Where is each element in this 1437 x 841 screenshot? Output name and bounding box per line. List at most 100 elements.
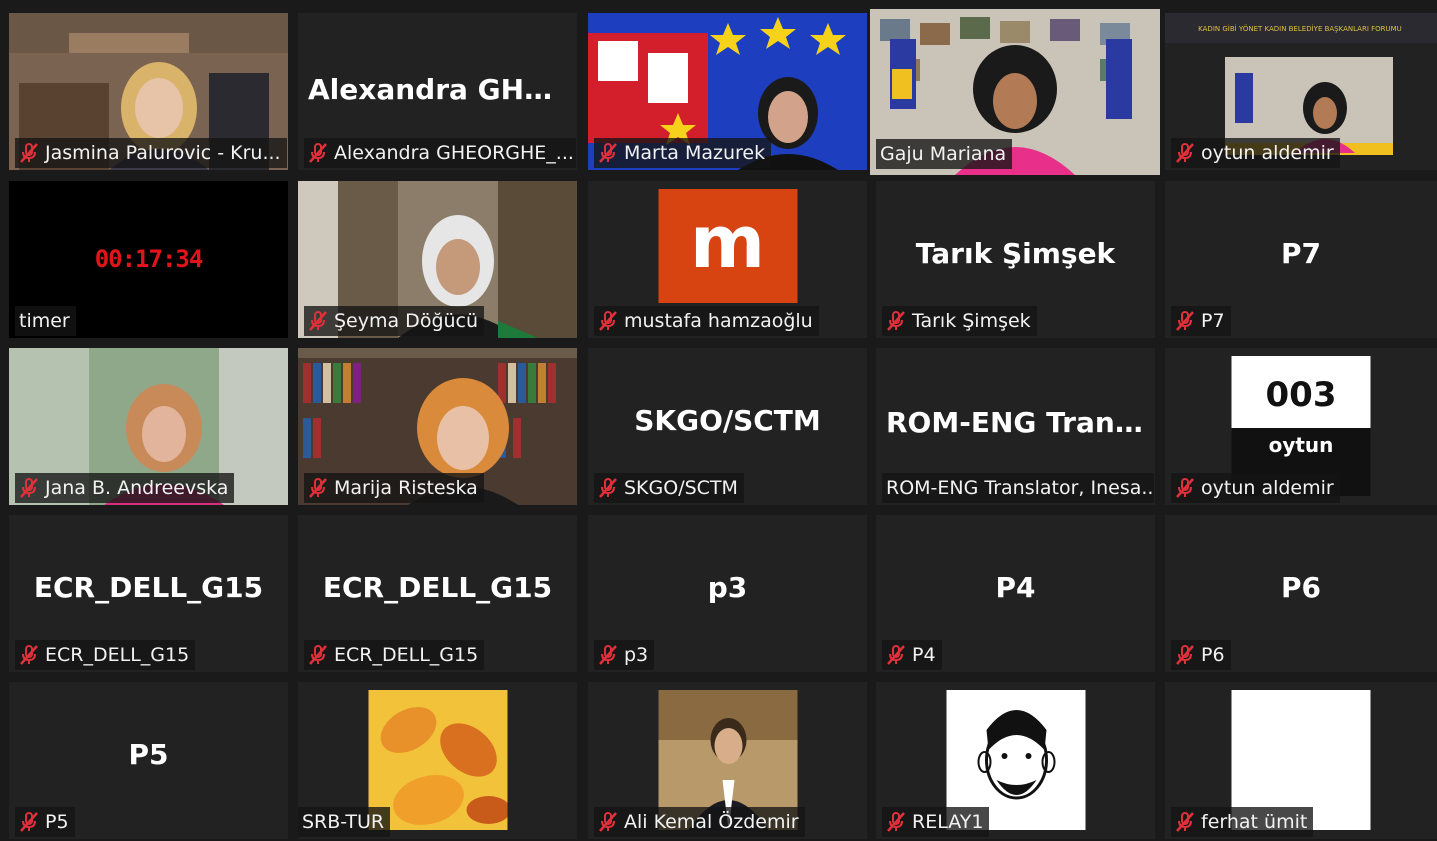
participant-tile[interactable]: P4 P4	[876, 515, 1155, 672]
participant-display-name: Tarık Şimşek	[915, 237, 1116, 270]
participant-display-name: P4	[995, 571, 1036, 604]
microphone-muted-icon	[598, 142, 618, 164]
participant-display-name: P7	[1280, 237, 1321, 270]
participant-display-name: ECR_DELL_G15	[33, 571, 264, 604]
participant-name: ECR_DELL_G15	[45, 644, 190, 666]
microphone-muted-icon	[308, 477, 328, 499]
participant-name-label: P4	[882, 640, 942, 670]
participant-name: oytun aldemir	[1201, 477, 1334, 499]
participant-name: Jana B. Andreevska	[45, 477, 229, 499]
participant-gallery: Jasmina Palurovic - Kru... Alexandra GHE…	[0, 0, 1437, 841]
participant-name: timer	[19, 310, 70, 332]
participant-name-label: p3	[594, 640, 655, 670]
participant-name-label: Ali Kemal Özdemir	[594, 807, 805, 837]
participant-name: Marija Risteska	[334, 477, 478, 499]
active-speaker-tile[interactable]: Gaju Mariana	[870, 9, 1160, 175]
participant-name-label: ECR_DELL_G15	[304, 640, 485, 670]
participant-tile[interactable]: m mustafa hamzaoğlu	[588, 181, 867, 338]
timer-display: 00:17:34	[94, 245, 204, 273]
participant-tile[interactable]: RELAY1	[876, 682, 1155, 839]
participant-tile[interactable]: Tarık Şimşek Tarık Şimşek	[876, 181, 1155, 338]
participant-tile[interactable]: ECR_DELL_G15 ECR_DELL_G15	[9, 515, 288, 672]
participant-name: Gaju Mariana	[880, 143, 1007, 165]
participant-name: Jasmina Palurovic - Kru...	[45, 142, 281, 164]
participant-name-label: Şeyma Döğücü	[304, 306, 485, 336]
participant-name: Marta Mazurek	[624, 142, 766, 164]
participant-display-name: p3	[707, 571, 748, 604]
participant-name-label: SKGO/SCTM	[594, 473, 744, 503]
microphone-muted-icon	[19, 644, 39, 666]
microphone-muted-icon	[886, 644, 906, 666]
participant-name-label: RELAY1	[882, 807, 990, 837]
participant-tile[interactable]: Şeyma Döğücü	[298, 181, 577, 338]
participant-name: P5	[45, 811, 69, 833]
participant-name: SKGO/SCTM	[624, 477, 738, 499]
participant-display-name: ROM-ENG Tran...	[886, 406, 1147, 439]
participant-tile[interactable]: ECR_DELL_G15 ECR_DELL_G15	[298, 515, 577, 672]
microphone-muted-icon	[1175, 310, 1195, 332]
participant-name: Tarık Şimşek	[912, 310, 1031, 332]
participant-name-label: Jana B. Andreevska	[15, 473, 235, 503]
microphone-muted-icon	[598, 310, 618, 332]
participant-display-name: ECR_DELL_G15	[322, 571, 553, 604]
participant-tile[interactable]: ferhat ümit	[1165, 682, 1437, 839]
participant-tile[interactable]: ROM-ENG Tran... ROM-ENG Translator, Ines…	[876, 348, 1155, 505]
participant-tile[interactable]: Marija Risteska	[298, 348, 577, 505]
participant-display-name: SKGO/SCTM	[634, 404, 821, 437]
participant-tile[interactable]: KADIN GİBİ YÖNET KADIN BELEDİYE BAŞKANLA…	[1165, 13, 1437, 170]
participant-name: RELAY1	[912, 811, 984, 833]
participant-name-label: Marija Risteska	[304, 473, 484, 503]
participant-name: Alexandra GHEORGHE_...	[334, 142, 574, 164]
participant-name-label: ferhat ümit	[1171, 807, 1314, 837]
participant-name: Ali Kemal Özdemir	[624, 811, 799, 833]
microphone-muted-icon	[19, 477, 39, 499]
participant-tile[interactable]: Marta Mazurek	[588, 13, 867, 170]
participant-name-label: timer	[15, 306, 76, 336]
participant-tile[interactable]: P6 P6	[1165, 515, 1437, 672]
participant-name-label: ROM-ENG Translator, Inesa...	[882, 473, 1154, 503]
participant-name-label: Marta Mazurek	[594, 138, 772, 168]
participant-tile[interactable]: Jasmina Palurovic - Kru...	[9, 13, 288, 170]
participant-name-label: Alexandra GHEORGHE_...	[304, 138, 576, 168]
microphone-muted-icon	[19, 142, 39, 164]
participant-display-name: P6	[1280, 571, 1321, 604]
participant-tile[interactable]: P5 P5	[9, 682, 288, 839]
participant-name-label: Jasmina Palurovic - Kru...	[15, 138, 287, 168]
microphone-muted-icon	[1175, 644, 1195, 666]
participant-tile[interactable]: Ali Kemal Özdemir	[588, 682, 867, 839]
microphone-muted-icon	[598, 644, 618, 666]
microphone-muted-icon	[19, 811, 39, 833]
participant-name-label: Tarık Şimşek	[882, 306, 1037, 336]
participant-tile[interactable]: 00:17:34 timer	[9, 181, 288, 338]
participant-name: ECR_DELL_G15	[334, 644, 479, 666]
microphone-muted-icon	[886, 310, 906, 332]
participant-display-name: Alexandra GHE...	[308, 73, 576, 106]
participant-tile[interactable]: 003 oytun oytun aldemir	[1165, 348, 1437, 505]
participant-name-label: oytun aldemir	[1171, 138, 1340, 168]
box-number: 003	[1231, 356, 1371, 428]
participant-name-label: ECR_DELL_G15	[15, 640, 196, 670]
participant-name-label: P6	[1171, 640, 1231, 670]
participant-name: P7	[1201, 310, 1225, 332]
participant-tile[interactable]: Jana B. Andreevska	[9, 348, 288, 505]
participant-tile[interactable]: SKGO/SCTM SKGO/SCTM	[588, 348, 867, 505]
microphone-muted-icon	[598, 477, 618, 499]
participant-name: ferhat ümit	[1201, 811, 1308, 833]
microphone-muted-icon	[1175, 142, 1195, 164]
svg-text:KADIN GİBİ YÖNET KADIN BELEDİY: KADIN GİBİ YÖNET KADIN BELEDİYE BAŞKANLA…	[1198, 24, 1402, 33]
participant-name: oytun aldemir	[1201, 142, 1334, 164]
participant-tile[interactable]: Alexandra GHE... Alexandra GHEORGHE_...	[298, 13, 577, 170]
participant-tile[interactable]: P7 P7	[1165, 181, 1437, 338]
microphone-muted-icon	[308, 310, 328, 332]
box-name: oytun	[1268, 433, 1334, 457]
participant-name: P4	[912, 644, 936, 666]
participant-name-label: SRB-TUR	[298, 807, 391, 837]
participant-name: mustafa hamzaoğlu	[624, 310, 813, 332]
participant-tile[interactable]: SRB-TUR	[298, 682, 577, 839]
participant-tile[interactable]: p3 p3	[588, 515, 867, 672]
participant-name-label: mustafa hamzaoğlu	[594, 306, 819, 336]
participant-display-name: P5	[128, 738, 169, 771]
participant-name-label: oytun aldemir	[1171, 473, 1340, 503]
participant-name-label: P7	[1171, 306, 1231, 336]
participant-name: p3	[624, 644, 649, 666]
